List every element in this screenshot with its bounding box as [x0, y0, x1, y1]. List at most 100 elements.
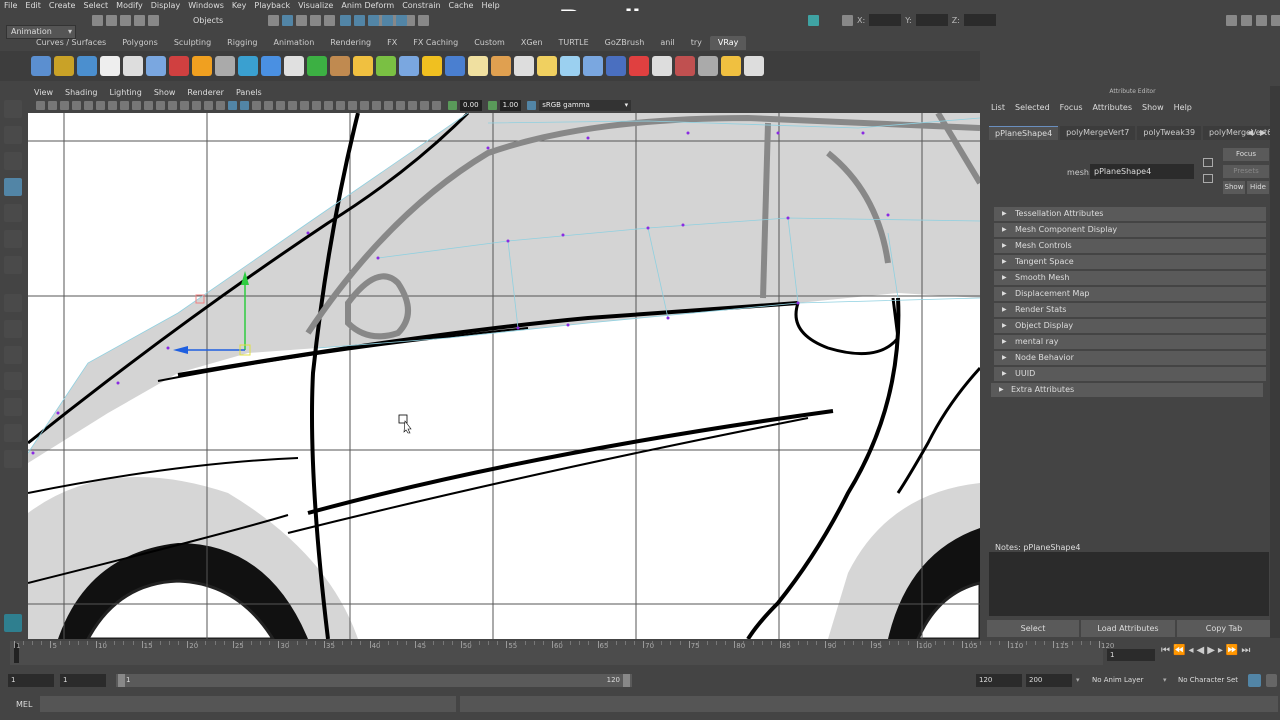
animation-end-field[interactable]: 200: [1026, 674, 1072, 687]
node-editor-icon[interactable]: [4, 424, 22, 442]
four-view-icon[interactable]: [4, 320, 22, 338]
ae-menu-help[interactable]: Help: [1174, 103, 1192, 112]
snap-to-curve-icon[interactable]: [354, 15, 365, 26]
exposure-field[interactable]: 0.00: [460, 99, 482, 111]
viewport-tool-21-icon[interactable]: [276, 100, 285, 110]
shelf-tab-vray[interactable]: VRay: [709, 36, 747, 50]
shelf-tool-20-icon[interactable]: [468, 56, 488, 76]
shelf-tool-9-icon[interactable]: [215, 56, 235, 76]
color-management-icon[interactable]: [527, 100, 537, 110]
viewport-tool-25-icon[interactable]: [324, 100, 333, 110]
viewport-tool-8-icon[interactable]: [120, 100, 129, 110]
menu-file[interactable]: File: [4, 1, 17, 10]
section-tangent-space[interactable]: Tangent Space: [994, 255, 1266, 269]
viewport-tool-12-icon[interactable]: [168, 100, 177, 110]
persp-graph-icon[interactable]: [4, 346, 22, 364]
section-smooth-mesh[interactable]: Smooth Mesh: [994, 271, 1266, 285]
menu-select[interactable]: Select: [83, 1, 108, 10]
gamma-field[interactable]: 1.00: [499, 99, 522, 111]
ae-tab-pplaneshape4[interactable]: pPlaneShape4: [989, 126, 1059, 140]
shelf-tool-15-icon[interactable]: [353, 56, 373, 76]
shelf-tool-30-icon[interactable]: [698, 56, 718, 76]
shelf-tool-5-icon[interactable]: [123, 56, 143, 76]
viewport-tool-16-icon[interactable]: [216, 100, 225, 110]
playback-start-field[interactable]: 1: [60, 674, 106, 687]
load-attributes-button[interactable]: Load Attributes: [1081, 620, 1175, 637]
shelf-tab-fx[interactable]: FX: [379, 36, 405, 50]
menu-playback[interactable]: Playback: [254, 1, 290, 10]
outliner-icon[interactable]: [4, 398, 22, 416]
open-scene-icon[interactable]: [106, 15, 117, 26]
snap-to-point-icon[interactable]: [368, 15, 379, 26]
scale-tool-icon[interactable]: [4, 230, 22, 248]
shelf-tool-25-icon[interactable]: [583, 56, 603, 76]
section-mesh-controls[interactable]: Mesh Controls: [994, 239, 1266, 253]
shelf-tool-19-icon[interactable]: [445, 56, 465, 76]
exposure-icon[interactable]: [448, 100, 457, 110]
shelf-tool-14-icon[interactable]: [330, 56, 350, 76]
notes-field[interactable]: [989, 552, 1269, 616]
snap-plane-icon[interactable]: [310, 15, 321, 26]
section-render-stats[interactable]: Render Stats: [994, 303, 1266, 317]
viewport-tool-14-icon[interactable]: [192, 100, 201, 110]
coord-z-field[interactable]: [963, 14, 996, 26]
viewport-tool-22-icon[interactable]: [288, 100, 297, 110]
undo-icon[interactable]: [134, 15, 145, 26]
shelf-tool-28-icon[interactable]: [652, 56, 672, 76]
selection-mode-label[interactable]: Objects: [193, 16, 223, 25]
new-scene-icon[interactable]: [92, 15, 103, 26]
select-tool-icon[interactable]: [4, 100, 22, 118]
shelf-tool-21-icon[interactable]: [491, 56, 511, 76]
snap-curve-icon[interactable]: [282, 15, 293, 26]
range-start-handle[interactable]: 1: [118, 674, 131, 687]
range-slider-bar[interactable]: 1 120: [116, 674, 632, 687]
anim-layer-dropdown-icon[interactable]: ▾: [1076, 676, 1080, 684]
viewport-tool-24-icon[interactable]: [312, 100, 321, 110]
viewport-tool-26-icon[interactable]: [336, 100, 345, 110]
magnet-icon[interactable]: [324, 15, 335, 26]
shelf-tab-curves-surfaces[interactable]: Curves / Surfaces: [28, 36, 114, 50]
viewport-menu-panels[interactable]: Panels: [236, 88, 262, 97]
attribute-editor-icon[interactable]: [1241, 15, 1252, 26]
shelf-tool-11-icon[interactable]: [261, 56, 281, 76]
shelf-tab-rendering[interactable]: Rendering: [322, 36, 379, 50]
hide-button[interactable]: Hide: [1247, 181, 1269, 194]
snap-grid-icon[interactable]: [268, 15, 279, 26]
go-to-end-icon[interactable]: ⏭: [1241, 645, 1250, 656]
viewport-tool-2-icon[interactable]: [48, 100, 57, 110]
move-tool-icon[interactable]: [4, 178, 22, 196]
auto-key-icon[interactable]: [1248, 674, 1261, 687]
snap-point-icon[interactable]: [296, 15, 307, 26]
coord-y-field[interactable]: [915, 14, 948, 26]
viewport-tool-17-icon[interactable]: [228, 100, 237, 110]
viewport-menu-renderer[interactable]: Renderer: [187, 88, 224, 97]
viewport-tool-32-icon[interactable]: [408, 100, 417, 110]
go-to-output-icon[interactable]: [1203, 174, 1213, 183]
persp-outliner-icon[interactable]: [4, 372, 22, 390]
animation-start-field[interactable]: 1: [8, 674, 54, 687]
ae-menu-focus[interactable]: Focus: [1060, 103, 1083, 112]
last-tool-icon[interactable]: [4, 256, 22, 274]
shelf-tool-27-icon[interactable]: [629, 56, 649, 76]
snap-to-surface-icon[interactable]: [396, 15, 407, 26]
viewport-tool-3-icon[interactable]: [60, 100, 69, 110]
viewport-tool-20-icon[interactable]: [264, 100, 273, 110]
select-button[interactable]: Select: [987, 620, 1079, 637]
viewport-tool-27-icon[interactable]: [348, 100, 357, 110]
lasso-tool-icon[interactable]: [4, 126, 22, 144]
viewport-tool-34-icon[interactable]: [432, 100, 441, 110]
viewport-tool-23-icon[interactable]: [300, 100, 309, 110]
shelf-tab-gozbrush[interactable]: GoZBrush: [597, 36, 653, 50]
shelf-tab-rigging[interactable]: Rigging: [219, 36, 265, 50]
menu-modify[interactable]: Modify: [116, 1, 143, 10]
side-panel-tabs[interactable]: [1270, 86, 1280, 638]
shelf-tool-22-icon[interactable]: [514, 56, 534, 76]
section-object-display[interactable]: Object Display: [994, 319, 1266, 333]
shelf-tool-8-icon[interactable]: [192, 56, 212, 76]
menu-edit[interactable]: Edit: [25, 1, 41, 10]
section-displacement-map[interactable]: Displacement Map: [994, 287, 1266, 301]
viewport-menu-view[interactable]: View: [34, 88, 53, 97]
viewport-menu-show[interactable]: Show: [154, 88, 176, 97]
gamma-icon[interactable]: [487, 100, 497, 110]
viewport-tool-15-icon[interactable]: [204, 100, 213, 110]
